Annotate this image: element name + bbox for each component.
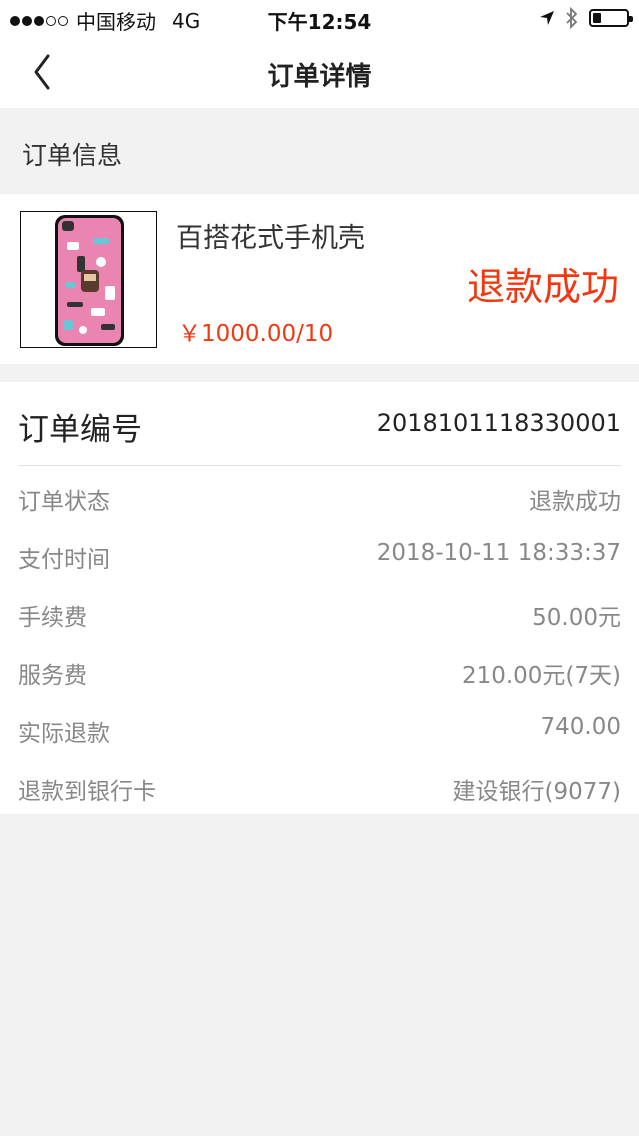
battery-icon (589, 9, 633, 27)
detail-row-service-fee: 服务费 210.00元(7天) (18, 642, 621, 700)
detail-value: 740.00 (540, 714, 621, 740)
refund-status-label: 退款成功 (466, 265, 619, 309)
page-title: 订单详情 (267, 62, 372, 92)
detail-label: 实际退款 (18, 721, 110, 747)
detail-label: 退款到银行卡 (18, 779, 156, 805)
detail-value: 建设银行(9077) (452, 779, 621, 805)
detail-value: 210.00元(7天) (461, 663, 621, 689)
detail-row-refund-card: 退款到银行卡 建设银行(9077) (18, 758, 621, 816)
order-number-row: 订单编号 2018101118330001 (18, 382, 621, 466)
phone-case-image (21, 212, 156, 347)
product-image (20, 211, 157, 348)
order-number-value: 2018101118330001 (376, 409, 621, 437)
order-number-label: 订单编号 (18, 412, 142, 448)
product-name: 百搭花式手机壳 (176, 223, 365, 254)
nav-bar: 订单详情 (0, 36, 639, 108)
detail-label: 支付时间 (18, 547, 110, 573)
detail-row-pay-time: 支付时间 2018-10-11 18:33:37 (18, 526, 621, 584)
status-bar: 中国移动 4G 下午12:54 (0, 0, 639, 36)
bluetooth-icon (566, 7, 578, 29)
detail-label: 手续费 (18, 605, 87, 631)
location-arrow-icon (540, 11, 554, 25)
product-card[interactable]: 百搭花式手机壳 ￥1000.00/10 退款成功 (0, 194, 639, 364)
detail-row-status: 订单状态 退款成功 (18, 468, 621, 526)
section-header: 订单信息 (0, 108, 639, 194)
status-right (539, 7, 633, 29)
product-price: ￥1000.00/10 (178, 321, 334, 347)
detail-value: 退款成功 (529, 489, 621, 515)
detail-value: 50.00元 (532, 605, 621, 631)
detail-label: 订单状态 (18, 489, 110, 515)
detail-value: 2018-10-11 18:33:37 (376, 540, 621, 566)
order-detail-card: 订单编号 2018101118330001 订单状态 退款成功 支付时间 201… (0, 382, 639, 814)
detail-row-actual-refund: 实际退款 740.00 (18, 700, 621, 758)
section-title: 订单信息 (22, 141, 123, 170)
detail-row-fee: 手续费 50.00元 (18, 584, 621, 642)
detail-label: 服务费 (18, 663, 87, 689)
